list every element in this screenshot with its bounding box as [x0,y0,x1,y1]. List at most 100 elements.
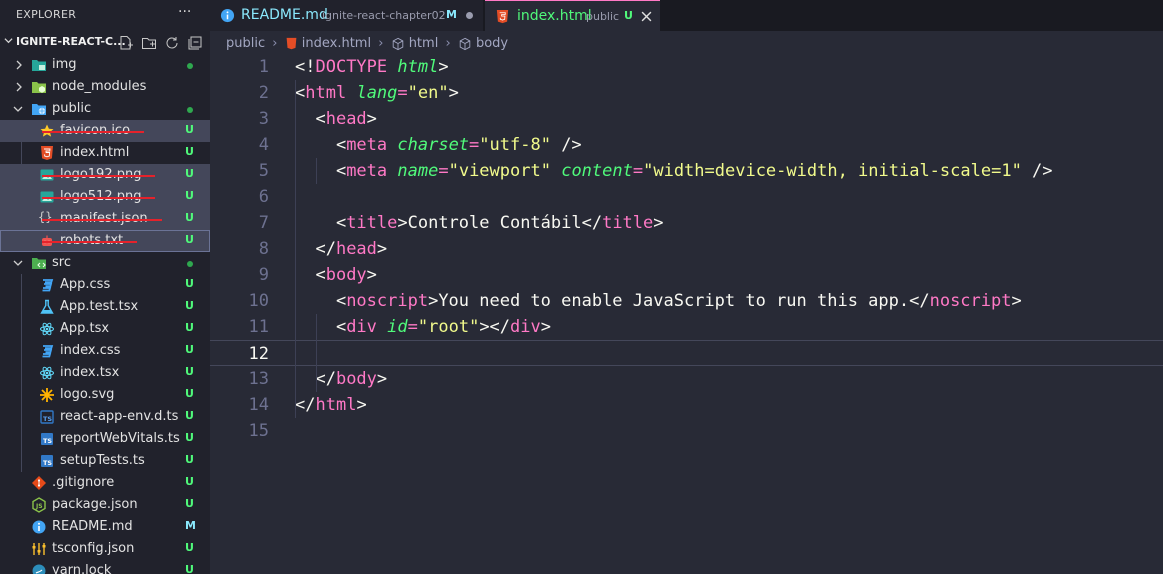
code-token: lang [356,83,398,103]
chevron-right-icon [16,60,22,70]
breadcrumb-item[interactable]: html [409,36,439,51]
code-text[interactable]: <head> [295,109,376,129]
line-number: 4 [258,135,269,155]
code-line[interactable]: 4 <meta charset="utf-8" /> [210,132,1163,158]
code-line[interactable]: 6 [210,184,1163,210]
tree-item-label: README.md [52,519,133,534]
tree-file-report-web-vitals[interactable]: TS reportWebVitals.ts U [0,428,210,450]
code-text[interactable]: <html lang="en"> [295,83,459,103]
code-token: = [438,161,449,181]
tree-folder-src[interactable]: src [0,252,210,274]
code-line[interactable]: 11 <div id="root"></div> [210,314,1163,340]
new-file-icon[interactable] [118,35,134,51]
breadcrumb-item[interactable]: public [226,36,265,51]
code-editor[interactable]: public › index.html › html › body 1 <!DOC… [210,31,1163,574]
node-folder-icon [32,82,46,93]
code-token: < [295,135,347,155]
tree-file-manifest[interactable]: {} manifest.json U [0,208,210,230]
tree-file-setup-tests[interactable]: TS setupTests.ts U [0,450,210,472]
code-line[interactable]: 3 <head> [210,106,1163,132]
code-text[interactable]: <body> [295,265,376,285]
refresh-icon[interactable] [164,35,180,51]
code-line[interactable]: 10 <noscript>You need to enable JavaScri… [210,288,1163,314]
code-text[interactable]: <meta name="viewport" content="width=dev… [295,161,1053,181]
tree-item-label: logo.svg [60,387,115,402]
untracked-badge: U [185,497,194,510]
tree-folder-img[interactable]: img [0,54,210,76]
code-text[interactable]: <noscript>You need to enable JavaScript … [295,291,1022,311]
tree-file-robots[interactable]: robots.txt U [0,230,210,252]
collapse-all-icon[interactable] [187,35,203,51]
svg-text:TS: TS [43,459,52,467]
tree-file-app-tsx[interactable]: App.tsx U [0,318,210,340]
tree-item-label: App.tsx [60,321,110,336]
git-file-icon [32,476,46,490]
code-text[interactable]: <!DOCTYPE html> [295,57,449,77]
code-line[interactable]: 5 <meta name="viewport" content="width=d… [210,158,1163,184]
tab-index-html[interactable]: index.html public U [485,0,660,31]
tree-file-index-tsx[interactable]: index.tsx U [0,362,210,384]
code-line[interactable]: 15 [210,418,1163,444]
code-token: charset [397,135,470,155]
tab-readme[interactable]: README.md ignite-react-chapter02 M [210,0,484,31]
untracked-badge: U [185,563,194,574]
code-text[interactable]: <div id="root"></div> [295,317,551,337]
svg-text:TS: TS [43,437,52,445]
code-line[interactable]: 2 <html lang="en"> [210,80,1163,106]
code-text[interactable]: <title>Controle Contábil</title> [295,213,664,233]
code-token: < [295,213,347,233]
code-line[interactable]: 7 <title>Controle Contábil</title> [210,210,1163,236]
code-text[interactable]: </body> [295,369,387,389]
code-text[interactable]: </head> [295,239,387,259]
code-token: = [469,135,480,155]
workspace-root-header[interactable]: IGNITE-REACT-C... [0,32,210,54]
line-number: 1 [258,57,269,77]
react-file-icon [40,366,54,380]
tree-file-favicon[interactable]: favicon.ico U [0,120,210,142]
tree-file-logo512[interactable]: logo512.png U [0,186,210,208]
code-token: title [346,213,398,233]
chevron-right-icon: › [445,36,451,51]
tree-item-label: src [52,255,71,270]
untracked-badge: U [185,541,194,554]
code-line[interactable]: 1 <!DOCTYPE html> [210,54,1163,80]
tree-file-app-css[interactable]: App.css U [0,274,210,296]
typescript-file-icon: TS [41,433,53,445]
code-token: noscript [929,291,1012,311]
tree-file-yarn-lock[interactable]: yarn.lock U [0,560,210,574]
code-line[interactable]: 8 </head> [210,236,1163,262]
tree-item-label: App.test.tsx [60,299,139,314]
untracked-badge: U [185,299,194,312]
tree-folder-public[interactable]: public [0,98,210,120]
tree-file-tsconfig[interactable]: tsconfig.json U [0,538,210,560]
untracked-badge: U [185,123,194,136]
editor-tab-bar: README.md ignite-react-chapter02 M index… [210,0,1163,31]
code-token: "root" [417,317,480,337]
code-line[interactable]: 12 [210,340,1163,366]
tree-file-index-css[interactable]: index.css U [0,340,210,362]
code-text[interactable]: <meta charset="utf-8" /> [295,135,582,155]
tree-file-index-html[interactable]: index.html U [0,142,210,164]
breadcrumb-item[interactable]: index.html [302,36,371,51]
code-text[interactable]: </html> [295,395,367,415]
code-line[interactable]: 14 </html> [210,392,1163,418]
code-token: html [397,57,439,77]
close-icon[interactable] [641,11,652,22]
code-token: >Controle Contábil</ [397,213,603,233]
code-line[interactable]: 13 </body> [210,366,1163,392]
tree-file-react-app-env[interactable]: TS react-app-env.d.ts U [0,406,210,428]
tree-file-readme[interactable]: README.md M [0,516,210,538]
tree-file-package-json[interactable]: JS package.json U [0,494,210,516]
tree-file-logo-svg[interactable]: logo.svg U [0,384,210,406]
code-line[interactable]: 9 <body> [210,262,1163,288]
new-folder-icon[interactable] [141,35,157,51]
unsaved-dot-icon[interactable] [466,12,473,19]
breadcrumb-item[interactable]: body [476,36,508,51]
more-actions-icon[interactable]: ··· [178,4,191,20]
tree-file-logo192[interactable]: logo192.png U [0,164,210,186]
tree-file-gitignore[interactable]: .gitignore U [0,472,210,494]
html-file-icon [496,9,509,24]
tree-file-app-test[interactable]: App.test.tsx U [0,296,210,318]
tree-folder-node-modules[interactable]: node_modules [0,76,210,98]
modified-badge: M [185,519,196,532]
